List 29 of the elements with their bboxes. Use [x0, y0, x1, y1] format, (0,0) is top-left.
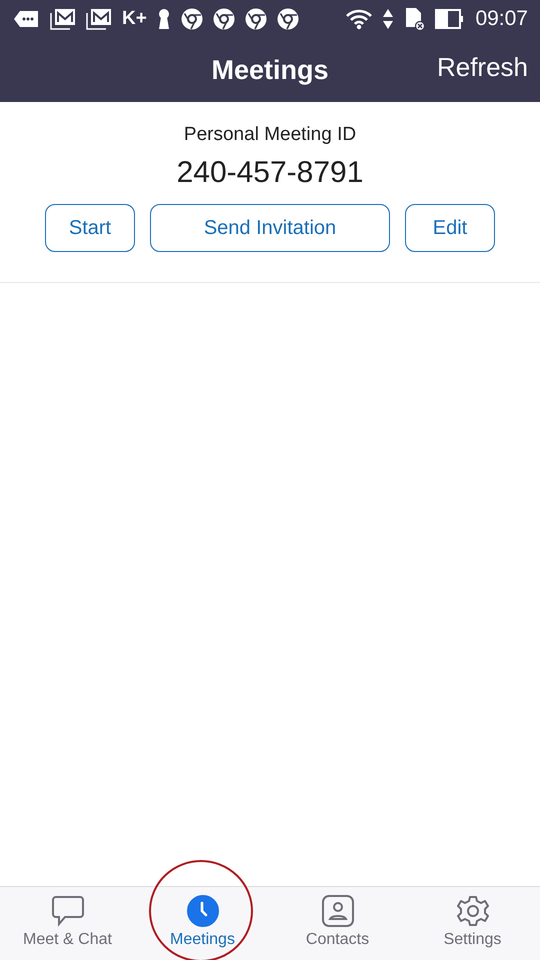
- wifi-icon: [345, 8, 374, 30]
- tab[interactable]: Contacts: [270, 887, 405, 960]
- mail-icon: [50, 8, 76, 30]
- meeting-id: 240-457-8791: [176, 156, 364, 190]
- chat-bubble-icon: [50, 895, 84, 927]
- clock-icon: [186, 895, 218, 927]
- meeting-action-button[interactable]: Edit: [405, 204, 495, 252]
- status-time: 09:07: [475, 7, 528, 31]
- meeting-action-button[interactable]: Start: [45, 204, 135, 252]
- notification-icon: [14, 9, 40, 29]
- data-arrows-icon: [383, 8, 394, 30]
- settings-icon: [456, 895, 488, 927]
- tab[interactable]: Settings: [405, 887, 540, 960]
- keyhole-icon: [156, 8, 171, 30]
- chrome-icon: [180, 8, 203, 30]
- chrome-icon: [212, 8, 235, 30]
- tab[interactable]: Meetings: [135, 887, 270, 960]
- mail-icon: [86, 8, 112, 30]
- meeting-action-button[interactable]: Send Invitation: [150, 204, 390, 252]
- tab[interactable]: Meet & Chat: [0, 887, 135, 960]
- chrome-icon: [276, 8, 299, 30]
- status-app-label: K+: [122, 8, 147, 30]
- header-title: Meetings: [211, 54, 329, 86]
- battery-icon: [435, 9, 466, 29]
- contact-icon: [322, 895, 354, 927]
- sd-card-icon: [403, 7, 426, 31]
- refresh-button[interactable]: Refresh: [436, 52, 528, 83]
- meeting-id-label: Personal Meeting ID: [184, 124, 356, 146]
- chrome-icon: [244, 8, 267, 30]
